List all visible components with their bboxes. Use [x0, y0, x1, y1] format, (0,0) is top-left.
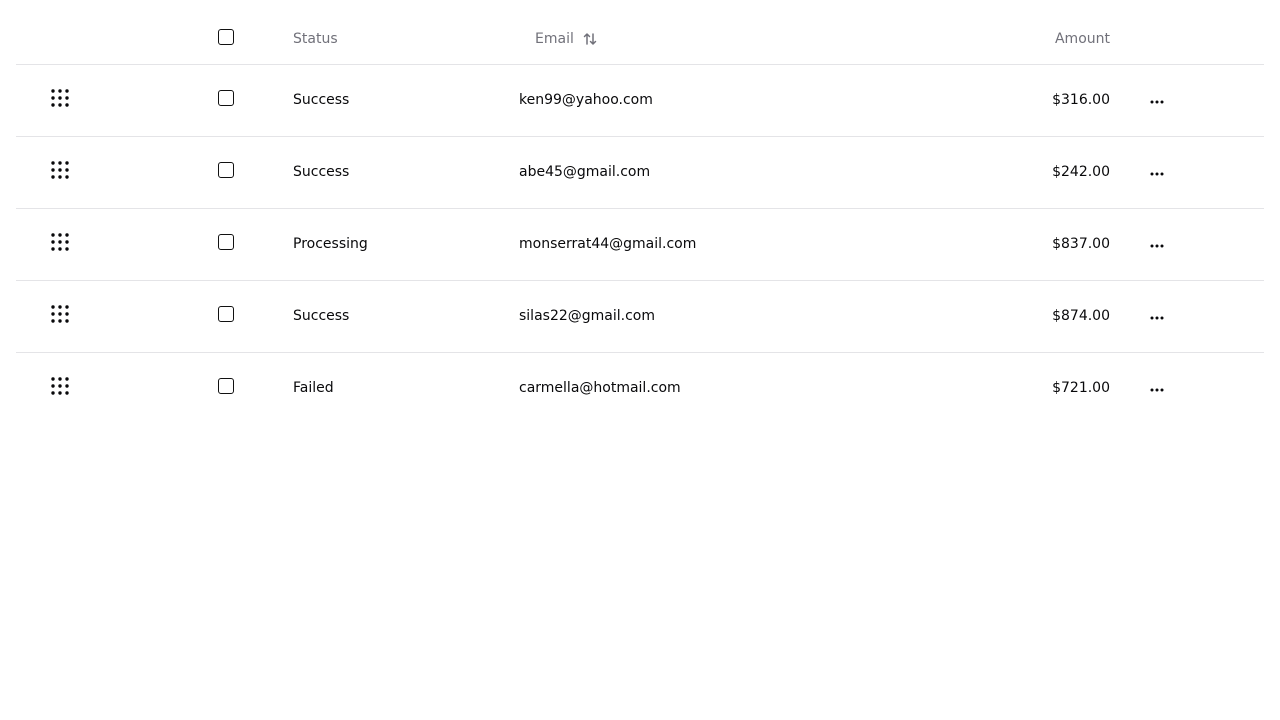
header-status: Status: [274, 15, 500, 64]
data-table-container: Status Email Amount Success ken99@yahoo.…: [16, 15, 1264, 424]
row-select-checkbox[interactable]: [218, 378, 234, 395]
status-cell: Processing: [274, 208, 500, 280]
email-text: ken99@yahoo.com: [519, 92, 653, 108]
header-actions: [1110, 15, 1264, 64]
status-cell: Success: [274, 280, 500, 352]
status-text: Processing: [293, 236, 368, 252]
email-text: abe45@gmail.com: [519, 164, 651, 180]
row-select-cell: [211, 208, 274, 280]
email-text: carmella@hotmail.com: [519, 380, 681, 397]
email-cell: silas22@gmail.com: [500, 280, 760, 352]
table-row[interactable]: Success ken99@yahoo.com $316.00: [16, 64, 1264, 136]
amount-cell: $721.00: [760, 352, 1110, 424]
table-header-row: Status Email Amount: [16, 15, 1264, 64]
drag-handle-button[interactable]: [51, 161, 69, 179]
amount-cell: $316.00: [760, 64, 1110, 136]
row-actions-button[interactable]: [1150, 100, 1164, 104]
drag-handle-button[interactable]: [51, 377, 69, 395]
amount-text: $837.00: [1052, 236, 1110, 252]
email-cell: carmella@hotmail.com: [500, 352, 760, 424]
row-select-checkbox[interactable]: [218, 306, 234, 322]
amount-cell: $874.00: [760, 280, 1110, 352]
more-horizontal-icon: [1150, 244, 1164, 248]
status-cell: Failed: [274, 352, 500, 424]
grip-icon: [51, 233, 69, 251]
row-handle-cell: [16, 64, 211, 136]
header-amount-label: Amount: [1054, 31, 1110, 48]
amount-cell: $837.00: [760, 208, 1110, 280]
actions-cell: [1110, 280, 1264, 352]
status-text: Success: [293, 308, 350, 324]
table-body: Success ken99@yahoo.com $316.00 Success abe4…: [16, 64, 1264, 424]
actions-cell: [1110, 352, 1264, 424]
drag-handle-button[interactable]: [51, 233, 69, 251]
row-handle-cell: [16, 208, 211, 280]
row-handle-cell: [16, 280, 211, 352]
grip-icon: [51, 161, 69, 179]
more-horizontal-icon: [1150, 172, 1164, 176]
row-select-checkbox[interactable]: [218, 234, 234, 250]
grip-icon: [51, 89, 69, 107]
more-horizontal-icon: [1150, 100, 1164, 104]
select-all-checkbox[interactable]: [218, 29, 234, 46]
header-email-label: Email: [535, 31, 574, 48]
email-cell: monserrat44@gmail.com: [500, 208, 760, 280]
arrow-up-down-icon: [583, 33, 597, 45]
status-text: Success: [293, 92, 350, 108]
email-sort-button[interactable]: Email: [535, 31, 598, 47]
grip-icon: [51, 305, 69, 323]
header-select: [211, 15, 274, 64]
email-text: monserrat44@gmail.com: [519, 236, 697, 252]
header-email: Email: [500, 15, 760, 64]
table-row[interactable]: Success abe45@gmail.com $242.00: [16, 136, 1264, 208]
drag-handle-button[interactable]: [51, 305, 69, 323]
table-row[interactable]: Processing monserrat44@gmail.com $837.00: [16, 208, 1264, 280]
status-cell: Success: [274, 136, 500, 208]
row-handle-cell: [16, 352, 211, 424]
status-cell: Success: [274, 64, 500, 136]
actions-cell: [1110, 136, 1264, 208]
row-actions-button[interactable]: [1150, 172, 1164, 176]
amount-text: $721.00: [1052, 380, 1110, 397]
table-row[interactable]: Success silas22@gmail.com $874.00: [16, 280, 1264, 352]
header-amount: Amount: [760, 15, 1110, 64]
row-select-cell: [211, 280, 274, 352]
more-horizontal-icon: [1150, 316, 1164, 320]
email-cell: ken99@yahoo.com: [500, 64, 760, 136]
actions-cell: [1110, 64, 1264, 136]
data-table: Status Email Amount Success ken99@yahoo.…: [16, 15, 1264, 424]
drag-handle-button[interactable]: [51, 89, 69, 107]
amount-cell: $242.00: [760, 136, 1110, 208]
email-text: silas22@gmail.com: [519, 308, 655, 324]
row-select-cell: [211, 352, 274, 424]
row-select-checkbox[interactable]: [218, 162, 234, 178]
email-cell: abe45@gmail.com: [500, 136, 760, 208]
row-select-checkbox[interactable]: [218, 90, 234, 106]
amount-text: $874.00: [1052, 308, 1110, 324]
row-actions-button[interactable]: [1150, 244, 1164, 248]
status-text: Failed: [293, 380, 334, 397]
table-row[interactable]: Failed carmella@hotmail.com $721.00: [16, 352, 1264, 424]
row-select-cell: [211, 64, 274, 136]
header-handle: [16, 15, 211, 64]
actions-cell: [1110, 208, 1264, 280]
amount-text: $242.00: [1052, 164, 1110, 180]
row-actions-button[interactable]: [1150, 316, 1164, 320]
grip-icon: [51, 377, 69, 395]
amount-text: $316.00: [1052, 92, 1110, 108]
row-handle-cell: [16, 136, 211, 208]
header-status-label: Status: [293, 31, 338, 48]
more-horizontal-icon: [1150, 388, 1164, 392]
status-text: Success: [293, 164, 350, 180]
row-select-cell: [211, 136, 274, 208]
row-actions-button[interactable]: [1150, 388, 1164, 392]
